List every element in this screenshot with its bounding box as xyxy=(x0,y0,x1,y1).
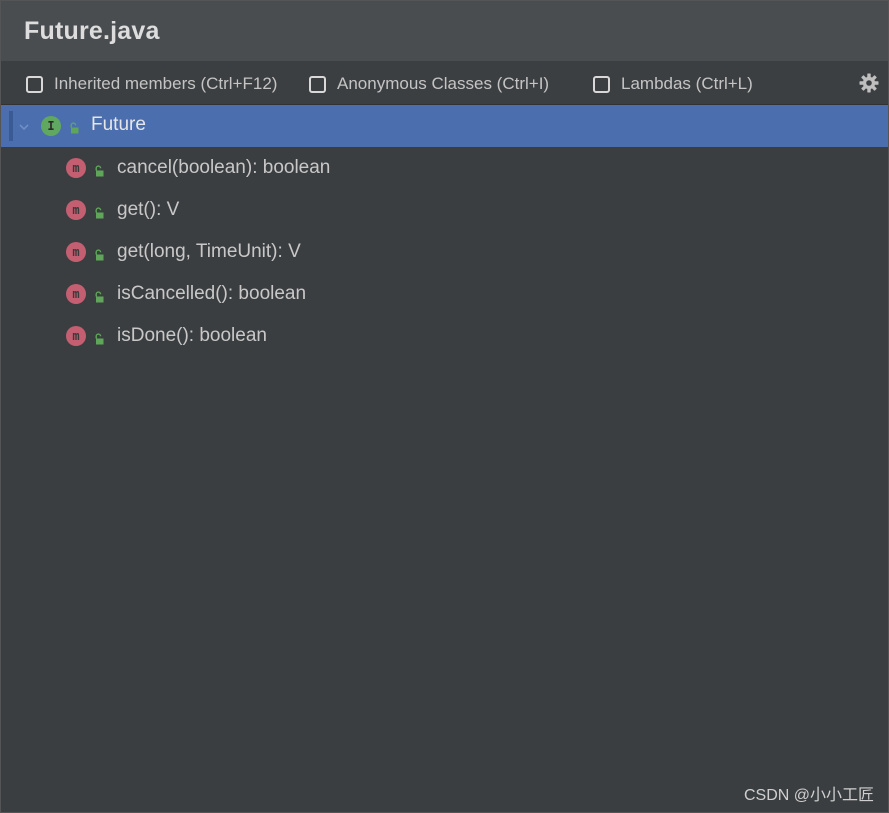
checkbox-box[interactable] xyxy=(593,75,610,93)
anonymous-classes-label: Anonymous Classes (Ctrl+I) xyxy=(337,74,550,93)
filter-toolbar: Inherited members (Ctrl+F12) Anonymous C… xyxy=(1,61,888,105)
tree-node-label: get(long, TimeUnit): V xyxy=(117,241,301,262)
structure-popup: Future.java Inherited members (Ctrl+F12)… xyxy=(0,0,889,813)
public-lock-icon xyxy=(93,204,105,219)
public-lock-icon xyxy=(93,288,105,303)
gear-icon[interactable] xyxy=(858,72,880,94)
public-lock-icon xyxy=(93,330,105,345)
public-lock-icon xyxy=(93,246,105,261)
lambdas-label: Lambdas (Ctrl+L) xyxy=(621,74,753,93)
watermark: CSDN @小小工匠 xyxy=(743,787,874,804)
method-icon: m xyxy=(66,326,86,346)
tree-node-label: isDone(): boolean xyxy=(117,325,267,346)
checkbox-box[interactable] xyxy=(26,75,43,93)
tree-node-label: get(): V xyxy=(117,199,180,220)
chevron-down-icon[interactable] xyxy=(17,119,31,133)
tree-node-method[interactable]: m get(long, TimeUnit): V xyxy=(1,231,888,273)
tree-node-method[interactable]: m isCancelled(): boolean xyxy=(1,273,888,315)
interface-icon: I xyxy=(41,116,61,136)
tree-node-label: cancel(boolean): boolean xyxy=(117,157,331,178)
tree-node-method[interactable]: m get(): V xyxy=(1,189,888,231)
inherited-members-label: Inherited members (Ctrl+F12) xyxy=(54,74,278,93)
structure-tree: I Future m cancel(boolean): boolean m ge… xyxy=(1,105,888,357)
tree-node-method[interactable]: m cancel(boolean): boolean xyxy=(1,147,888,189)
file-title: Future.java xyxy=(24,16,160,45)
anonymous-classes-checkbox[interactable]: Anonymous Classes (Ctrl+I) xyxy=(309,73,549,95)
tree-node-label: isCancelled(): boolean xyxy=(117,283,307,304)
title-bar: Future.java xyxy=(1,1,888,61)
tree-node-method[interactable]: m isDone(): boolean xyxy=(1,315,888,357)
checkbox-box[interactable] xyxy=(309,75,326,93)
method-icon: m xyxy=(66,158,86,178)
tree-node-future[interactable]: I Future xyxy=(1,105,888,147)
lambdas-checkbox[interactable]: Lambdas (Ctrl+L) xyxy=(593,73,753,95)
inherited-members-checkbox[interactable]: Inherited members (Ctrl+F12) xyxy=(26,73,277,95)
tree-node-label: Future xyxy=(91,114,146,135)
method-icon: m xyxy=(66,284,86,304)
method-icon: m xyxy=(66,242,86,262)
method-icon: m xyxy=(66,200,86,220)
public-lock-icon xyxy=(68,119,80,134)
public-lock-icon xyxy=(93,162,105,177)
